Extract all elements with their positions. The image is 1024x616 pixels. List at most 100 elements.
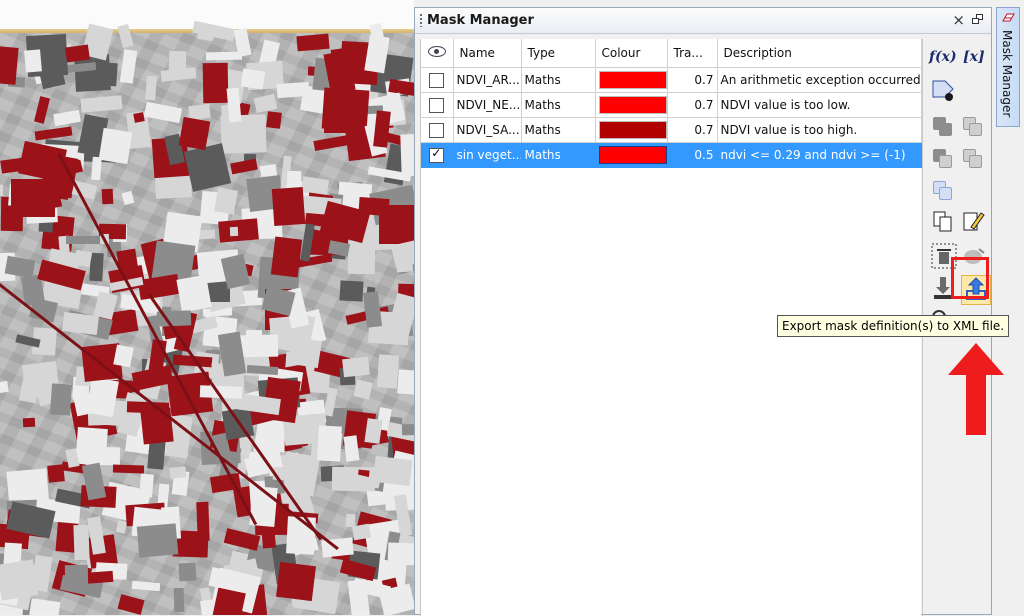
field-patch — [22, 417, 36, 428]
invert-icon[interactable] — [931, 179, 957, 205]
field-patch — [321, 87, 370, 132]
close-icon[interactable]: × — [952, 11, 965, 29]
side-tab-mask-manager[interactable]: Mask Manager — [996, 7, 1020, 127]
mask-type-cell[interactable]: Maths — [521, 117, 596, 143]
field-patch — [112, 464, 145, 474]
mask-colour-cell[interactable] — [595, 67, 668, 93]
field-patch — [176, 274, 212, 313]
field-patch — [53, 109, 81, 127]
mask-transparency: 0.7 — [694, 73, 714, 87]
field-patch — [197, 26, 215, 42]
field-patch — [34, 126, 73, 141]
mask-description-cell[interactable]: An arithmetic exception occurred. — [717, 67, 922, 93]
visibility-checkbox[interactable] — [429, 146, 445, 163]
panel-title: Mask Manager — [427, 13, 534, 28]
table-row[interactable]: NDVI_AR... Maths 0.7 An arithmetic exceptio… — [421, 67, 922, 93]
union-icon[interactable] — [931, 115, 957, 141]
mask-type: Maths — [524, 73, 561, 87]
edit-mask-icon[interactable] — [961, 209, 987, 235]
field-patch — [353, 379, 373, 400]
eye-icon — [427, 46, 446, 57]
mask-type: Maths — [524, 123, 561, 137]
mask-description-cell[interactable]: NDVI value is too high. — [717, 117, 922, 143]
mask-type-cell[interactable]: Maths — [521, 92, 596, 118]
column-header-description[interactable]: Description — [717, 39, 922, 68]
field-patch — [202, 62, 229, 104]
field-patch — [101, 188, 114, 205]
mask-name-cell[interactable]: NDVI_SA... — [453, 117, 522, 143]
visibility-checkbox-cell[interactable] — [421, 67, 454, 93]
visibility-checkbox-cell[interactable] — [421, 92, 454, 118]
mask-name-cell[interactable]: sin veget... — [453, 142, 522, 168]
mask-type-cell[interactable]: Maths — [521, 142, 596, 168]
column-header-type[interactable]: Type — [521, 39, 596, 68]
mask-name-cell[interactable]: NDVI_NE... — [453, 92, 522, 118]
field-patch — [117, 594, 145, 615]
complement-icon[interactable] — [961, 147, 987, 173]
field-patch — [362, 291, 383, 328]
drag-grip-icon[interactable] — [420, 14, 422, 27]
colour-swatch[interactable] — [598, 71, 666, 89]
visibility-checkbox[interactable] — [429, 97, 445, 113]
column-header-name[interactable]: Name — [453, 39, 522, 68]
visibility-checkbox-cell[interactable] — [421, 117, 454, 143]
mask-transparency-cell[interactable]: 0.7 — [667, 92, 718, 118]
mask-name: NDVI_AR... — [456, 73, 520, 87]
field-patch — [397, 369, 414, 395]
field-patch — [115, 520, 128, 534]
panel-header: Mask Manager × — [415, 8, 991, 34]
mask-name: NDVI_SA... — [456, 123, 520, 137]
mask-colour-cell[interactable] — [595, 117, 668, 143]
range-mask-icon[interactable] — [931, 77, 957, 103]
table-row[interactable]: NDVI_SA... Maths 0.7 NDVI value is too high… — [421, 117, 922, 143]
field-patch — [270, 236, 303, 278]
table-row[interactable]: NDVI_NE... Maths 0.7 NDVI value is too low. — [421, 92, 922, 118]
colour-swatch[interactable] — [598, 146, 666, 164]
mask-type-cell[interactable]: Maths — [521, 67, 596, 93]
mask-transparency-cell[interactable]: 0.7 — [667, 117, 718, 143]
field-patch — [276, 81, 310, 99]
field-patch — [76, 426, 108, 456]
mask-colour-cell[interactable] — [595, 92, 668, 118]
visibility-checkbox[interactable] — [429, 72, 445, 88]
field-patch — [117, 23, 134, 49]
colour-swatch[interactable] — [598, 121, 666, 139]
image-view[interactable] — [0, 0, 414, 615]
copy-mask-icon[interactable] — [931, 209, 957, 235]
field-patch — [140, 407, 174, 445]
colour-swatch[interactable] — [598, 96, 666, 114]
mask-description-cell[interactable]: ndvi <= 0.29 and ndvi >= (-1) — [717, 142, 922, 168]
mask-transparency-cell[interactable]: 0.7 — [667, 67, 718, 93]
field-patch — [253, 93, 278, 114]
column-header-transparency[interactable]: Tra... — [667, 39, 718, 68]
mask-description-cell[interactable]: NDVI value is too low. — [717, 92, 922, 118]
field-patch — [240, 68, 266, 90]
field-patch — [64, 564, 89, 589]
column-header-visibility[interactable] — [421, 39, 454, 68]
field-patch — [351, 523, 372, 541]
field-patch — [89, 252, 104, 282]
field-patch — [196, 501, 210, 542]
field-patch — [229, 226, 239, 237]
satellite-image-with-mask-overlay[interactable] — [0, 20, 414, 615]
field-patch — [133, 112, 145, 123]
mask-name-cell[interactable]: NDVI_AR... — [453, 67, 522, 93]
field-patch — [65, 44, 90, 63]
float-window-icon[interactable] — [971, 13, 985, 27]
visibility-checkbox-cell[interactable] — [421, 142, 454, 168]
difference-icon[interactable] — [931, 147, 957, 173]
field-patch — [98, 127, 133, 165]
visibility-checkbox[interactable] — [429, 122, 445, 138]
column-header-colour[interactable]: Colour — [595, 39, 668, 68]
f-of-x-icon[interactable]: f(x) — [929, 49, 963, 75]
field-patch — [73, 524, 90, 561]
mask-transparency-cell[interactable]: 0.5 — [667, 142, 718, 168]
vector-mask-icon[interactable]: [x] — [963, 49, 991, 75]
mask-description: ndvi <= 0.29 and ndvi >= (-1) — [720, 148, 906, 162]
table-row[interactable]: sin veget...Maths 0.5 ndvi <= 0.29 and ndv… — [421, 142, 922, 168]
field-patch — [266, 111, 282, 129]
mask-manager-panel: Mask Manager × Name Type Colour Tra... D… — [414, 7, 992, 616]
field-patch — [260, 523, 277, 549]
intersection-icon[interactable] — [961, 115, 987, 141]
mask-colour-cell[interactable] — [595, 142, 668, 168]
